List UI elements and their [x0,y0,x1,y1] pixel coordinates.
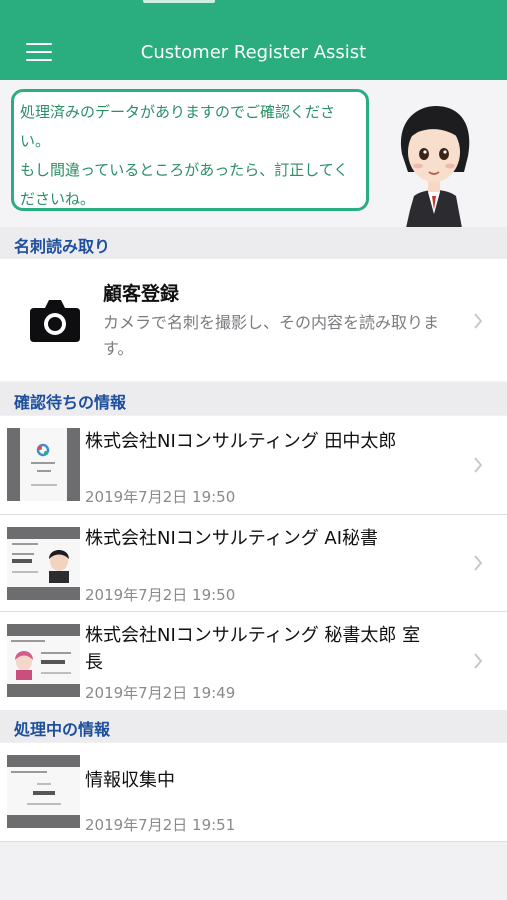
chevron-right-icon [474,313,483,329]
hamburger-icon[interactable] [26,41,54,63]
processing-item-title: 情報収集中 [85,770,175,791]
section-header-card-scan: 名刺読み取り [0,227,507,259]
pending-item-title: 株式会社NIコンサルティング 田中太郎 [85,431,397,452]
chevron-right-icon [474,653,483,669]
processing-item-date: 2019年7月2日 19:51 [85,816,236,834]
business-card-thumbnail [7,624,80,697]
pending-item-title: 株式会社NIコンサルティング 秘書太郎 室長 [85,625,421,673]
section-header-processing: 処理中の情報 [0,710,507,742]
pending-list-item[interactable]: 株式会社NIコンサルティング AI秘書 2019年7月2日 19:50 [0,515,507,611]
pending-list-item[interactable]: 株式会社NIコンサルティング 秘書太郎 室長 2019年7月2日 19:49 [0,612,507,710]
pending-item-title: 株式会社NIコンサルティング AI秘書 [85,528,379,549]
pending-item-date: 2019年7月2日 19:50 [85,488,236,506]
pending-list-item[interactable]: 株式会社NIコンサルティング 田中太郎 2019年7月2日 19:50 [0,416,507,514]
pending-item-date: 2019年7月2日 19:49 [85,684,236,702]
divider [0,841,507,842]
status-indicator [143,0,215,3]
business-card-thumbnail [7,428,80,501]
section-header-pending: 確認待ちの情報 [0,383,507,415]
business-card-thumbnail [7,527,80,600]
section-label: 処理中の情報 [14,720,111,739]
app-title: Customer Register Assist [140,42,367,63]
camera-icon [30,300,80,342]
app-header: Customer Register Assist [0,0,507,80]
chevron-right-icon [474,555,483,571]
pending-item-date: 2019年7月2日 19:50 [85,586,236,604]
section-label: 確認待ちの情報 [14,393,127,412]
processing-list-item[interactable]: 情報収集中 2019年7月2日 19:51 [0,743,507,841]
register-description: カメラで名刺を撮影し、その内容を読み取ります。 [103,313,440,358]
section-label: 名刺読み取り [14,237,111,256]
chevron-right-icon [474,457,483,473]
register-title: 顧客登録 [103,283,180,305]
customer-register-button[interactable]: 顧客登録 カメラで名刺を撮影し、その内容を読み取ります。 [0,259,507,381]
assistant-avatar [400,106,470,228]
business-card-thumbnail [7,755,80,828]
assistant-message-bubble: 処理済みのデータがありますのでご確認ください。 もし間違っているところがあったら… [11,89,369,211]
